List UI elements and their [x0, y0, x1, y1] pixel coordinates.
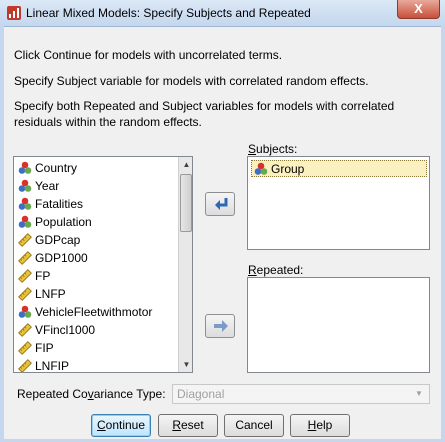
- variable-list-item[interactable]: LNFIP: [18, 357, 70, 373]
- scale-ruler-icon: [18, 323, 32, 337]
- variable-list-item[interactable]: LNFP: [18, 285, 66, 303]
- window-frame-right: [441, 26, 445, 442]
- arrow-left-return-icon: [215, 198, 228, 210]
- variable-list-item[interactable]: Country: [18, 159, 77, 177]
- reset-button[interactable]: Reset: [158, 414, 218, 437]
- scale-ruler-icon: [18, 269, 32, 283]
- variable-label: Population: [35, 215, 92, 229]
- variable-label: GDPcap: [35, 233, 81, 247]
- variable-list[interactable]: Country Year Fatalities Population GDPcap GDP…: [13, 156, 193, 373]
- scale-ruler-icon: [18, 251, 32, 265]
- repeated-box[interactable]: [247, 277, 430, 373]
- nominal-icon: [254, 162, 268, 175]
- variable-label: Fatalities: [35, 197, 84, 211]
- help-button[interactable]: Help: [290, 414, 350, 437]
- variable-label: FP: [35, 269, 51, 283]
- subjects-label: Subjects:: [248, 142, 298, 156]
- variable-list-scrollbar[interactable]: ▲ ▼: [178, 157, 192, 372]
- variable-label: VehicleFleetwithmotor: [35, 305, 153, 319]
- close-button[interactable]: X: [397, 0, 440, 19]
- covariance-type-label: Repeated Covariance Type:: [17, 387, 166, 401]
- cancel-button[interactable]: Cancel: [224, 414, 284, 437]
- move-to-subjects-button[interactable]: [205, 192, 235, 216]
- scrollbar-thumb[interactable]: [180, 174, 192, 232]
- variable-label: VFincl1000: [35, 323, 96, 337]
- variable-list-item[interactable]: GDPcap: [18, 231, 80, 249]
- subjects-item-group[interactable]: Group: [251, 160, 427, 177]
- variable-list-item[interactable]: FP: [18, 267, 50, 285]
- variable-label: FIP: [35, 341, 54, 355]
- instruction-continue: Click Continue for models with uncorrela…: [14, 48, 283, 62]
- nominal-icon: [18, 197, 32, 210]
- scale-ruler-icon: [18, 359, 32, 372]
- subjects-item-label: Group: [271, 161, 305, 176]
- continue-button[interactable]: Continue: [91, 414, 151, 437]
- instruction-repeated-1: Specify both Repeated and Subject variab…: [14, 99, 395, 113]
- scroll-up-arrow-icon[interactable]: ▲: [179, 157, 192, 172]
- variable-label: Year: [35, 179, 60, 193]
- scale-ruler-icon: [18, 233, 32, 247]
- covariance-type-value: Diagonal: [177, 387, 225, 401]
- scroll-down-arrow-icon[interactable]: ▼: [179, 357, 192, 372]
- repeated-label: Repeated:: [248, 263, 304, 277]
- move-to-repeated-button[interactable]: [205, 314, 235, 338]
- nominal-icon: [18, 161, 32, 174]
- variable-list-item[interactable]: Fatalities: [18, 195, 83, 213]
- scale-ruler-icon: [18, 287, 32, 301]
- variable-label: Country: [35, 161, 78, 175]
- covariance-type-select[interactable]: Diagonal ▼: [172, 384, 430, 404]
- window-frame-left: [0, 26, 4, 442]
- variable-label: LNFP: [35, 287, 66, 301]
- title-bar: Linear Mixed Models: Specify Subjects an…: [0, 0, 445, 27]
- variable-list-item[interactable]: Year: [18, 177, 59, 195]
- variable-list-item[interactable]: FIP: [18, 339, 54, 357]
- variable-list-item[interactable]: VehicleFleetwithmotor: [18, 303, 152, 321]
- variable-list-item[interactable]: GDP1000: [18, 249, 88, 267]
- subjects-box[interactable]: Group: [247, 156, 430, 250]
- instruction-repeated-2: residuals within the random effects.: [14, 115, 202, 129]
- scale-ruler-icon: [18, 341, 32, 355]
- arrow-right-icon: [214, 320, 228, 332]
- variable-list-item[interactable]: VFincl1000: [18, 321, 95, 339]
- nominal-icon: [18, 215, 32, 228]
- spss-app-icon: [7, 6, 21, 20]
- instruction-subject: Specify Subject variable for models with…: [14, 74, 369, 88]
- variable-list-item[interactable]: Population: [18, 213, 92, 231]
- variable-label: LNFIP: [35, 359, 70, 373]
- variable-label: GDP1000: [35, 251, 88, 265]
- nominal-icon: [18, 179, 32, 192]
- window-title: Linear Mixed Models: Specify Subjects an…: [26, 6, 311, 20]
- chevron-down-icon: ▼: [415, 389, 423, 398]
- nominal-icon: [18, 305, 32, 318]
